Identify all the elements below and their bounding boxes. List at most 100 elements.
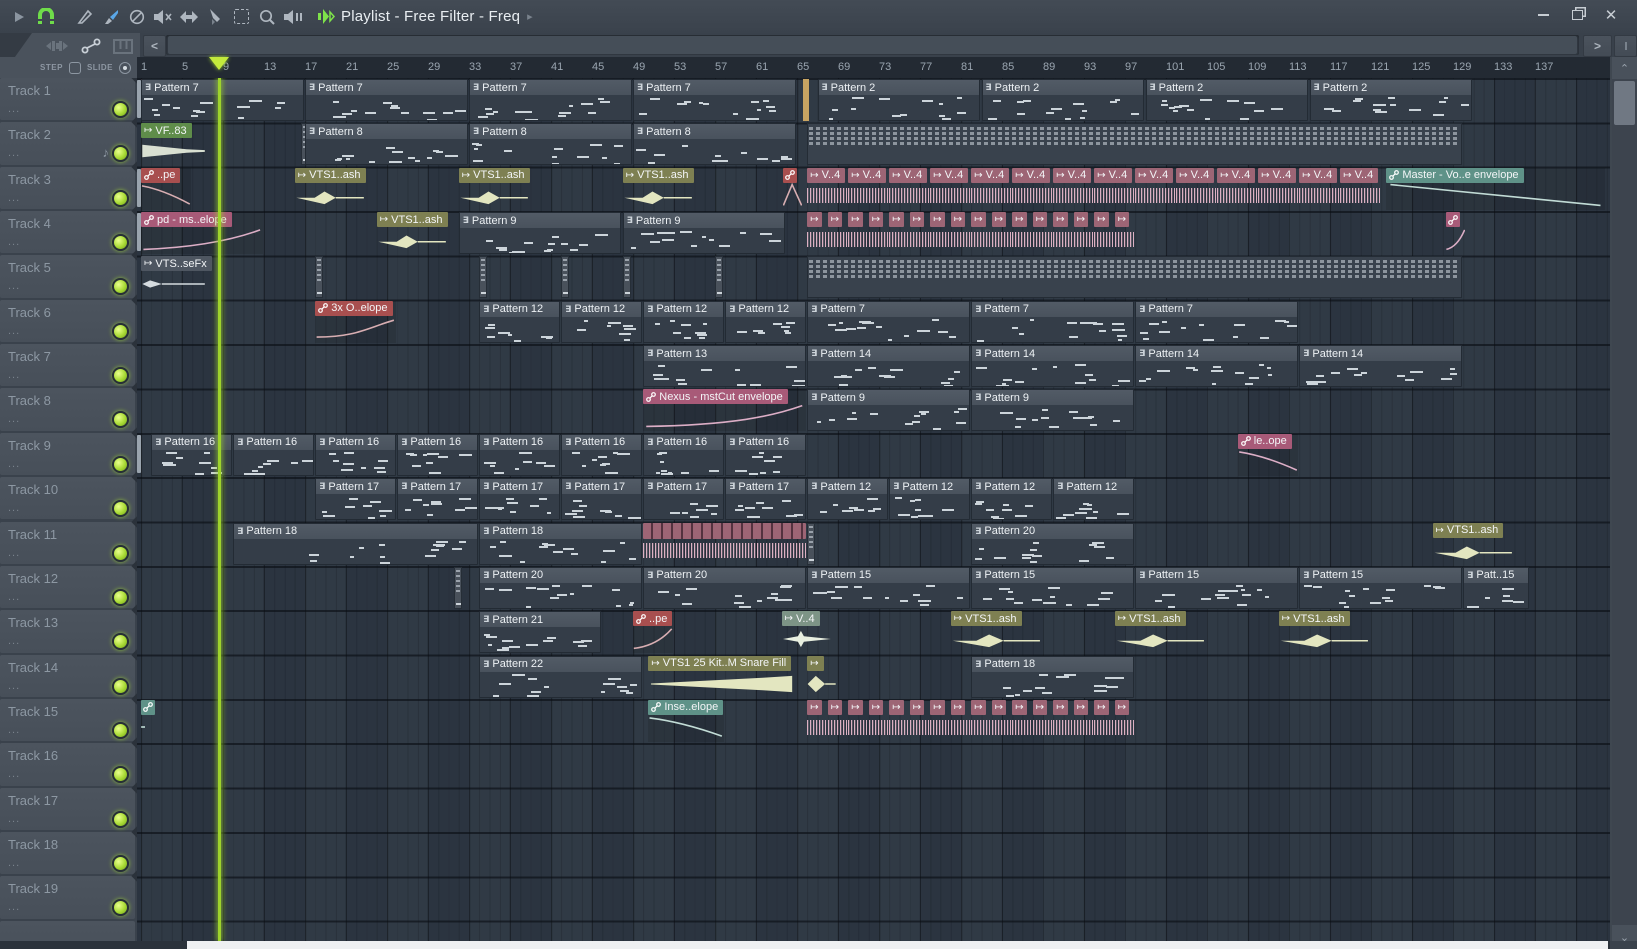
track-mute-led[interactable] [112, 588, 129, 606]
pattern-clip[interactable]: ∃ Pattern 7 [633, 79, 796, 121]
audio-clip[interactable]: ↦ VTS1..ash [1278, 611, 1370, 653]
iconchip-clip[interactable]: ↦ [848, 699, 868, 742]
pattern-clip[interactable]: ∃ Pattern 7 [971, 300, 1134, 343]
iconchip-clip[interactable]: ↦ [1032, 699, 1052, 742]
pattern-clip[interactable]: ∃ Pattern 12 [807, 478, 888, 521]
track-mute-led[interactable] [112, 367, 129, 385]
close-button[interactable]: ✕ [1596, 0, 1626, 30]
grid-clip[interactable] [807, 123, 1462, 166]
pattern-clip[interactable]: ∃ Pattern 17 [725, 478, 806, 521]
iconchip-clip[interactable]: ↦ [1012, 699, 1032, 742]
pattern-clip[interactable]: ∃ Pattern 14 [807, 345, 970, 388]
iconchip-clip[interactable]: ↦ [930, 699, 950, 742]
automation-clip[interactable]: 3x O..elope [315, 300, 396, 343]
track-mute-led[interactable] [112, 766, 129, 784]
track-mute-led[interactable] [112, 899, 129, 917]
track-header[interactable]: Track 7... [0, 344, 135, 387]
audio-clip[interactable]: ↦ VTS1 25 Kit..M Snare Fill [648, 655, 795, 698]
track-header[interactable]: Track 9... [0, 432, 135, 476]
thin-clip[interactable] [479, 256, 488, 299]
pattern-clip[interactable]: ∃ Pattern 17 [643, 478, 724, 521]
iconchip-clip[interactable]: ↦ [807, 699, 827, 742]
audio-clip[interactable]: ↦ VTS1..ash [950, 611, 1042, 653]
iconchip-clip[interactable]: ↦ [827, 699, 847, 742]
stripes-clip[interactable] [643, 522, 806, 565]
slice-icon[interactable] [202, 0, 228, 33]
snap-magnet-icon[interactable] [32, 0, 60, 33]
pattern-clip[interactable]: ∃ Pattern 15 [1299, 566, 1462, 609]
audio-clip[interactable]: ↦ V..4 [1299, 167, 1339, 210]
pattern-clip[interactable]: ∃ Pattern 2 [1145, 79, 1308, 121]
pattern-clip[interactable]: ∃ Pattern 9 [622, 212, 786, 255]
audio-clip[interactable]: ↦ VTS1..ash [294, 167, 366, 210]
iconchip-clip[interactable]: ↦ [1073, 212, 1093, 254]
pattern-clip[interactable]: ∃ Pattern 16 [397, 433, 478, 476]
track-header[interactable]: Track 13... [0, 610, 135, 653]
track-mute-led[interactable] [112, 322, 129, 340]
iconchip-clip[interactable]: ↦ [848, 212, 868, 254]
pattern-clip[interactable]: ∃ Pattern 20 [643, 566, 806, 609]
pattern-clip[interactable]: ∃ Pattern 18 [233, 522, 478, 565]
track-header[interactable]: Track 19... [0, 876, 135, 919]
track-mute-led[interactable] [112, 234, 129, 252]
track-mute-led[interactable] [112, 854, 129, 872]
pattern-clip[interactable]: ∃ Pattern 14 [1299, 345, 1462, 388]
pattern-clip[interactable]: ∃ Pattern 20 [479, 566, 642, 609]
pattern-clip[interactable]: ∃ Pattern 12 [889, 478, 970, 521]
automation-clip[interactable] [141, 699, 155, 742]
iconchip-clip[interactable]: ↦ [950, 699, 970, 742]
minimize-button[interactable] [1528, 0, 1558, 30]
pattern-clip[interactable]: ∃ Pattern 14 [971, 345, 1134, 388]
audio-clip[interactable]: ↦ VTS..seFx [141, 256, 212, 298]
automation-clip[interactable]: le..ope [1237, 433, 1298, 476]
pattern-clip[interactable]: ∃ Pattern 22 [479, 655, 642, 698]
iconchip-clip[interactable]: ↦ [991, 212, 1011, 254]
pattern-clip[interactable]: ∃ Pattern 12 [561, 300, 642, 343]
pattern-clip[interactable]: ∃ Pattern 17 [561, 478, 642, 521]
scroll-mini-button[interactable] [1614, 35, 1637, 57]
pattern-clip[interactable]: ∃ Pattern 20 [971, 522, 1134, 565]
iconchip-clip[interactable]: ↦ [1114, 699, 1134, 742]
audio-clip[interactable]: ↦ V..4 [1135, 167, 1175, 210]
audio-clip[interactable]: ↦ V..4 [971, 167, 1011, 210]
pattern-clip[interactable]: ∃ Patt..15 [1463, 566, 1530, 609]
track-header[interactable]: Track 1... [0, 78, 135, 121]
thin-clip[interactable] [453, 566, 462, 609]
pattern-clip[interactable]: ∃ Pattern 9 [458, 212, 622, 255]
audio-clip[interactable]: ↦ V..4 [1053, 167, 1093, 210]
audio-clip[interactable]: ↦ [807, 655, 836, 698]
iconchip-clip[interactable]: ↦ [1073, 699, 1093, 742]
iconchip-clip[interactable]: ↦ [868, 212, 888, 254]
iconchip-clip[interactable]: ↦ [868, 699, 888, 742]
pattern-clip[interactable]: ∃ Pattern 16 [561, 433, 642, 476]
pattern-clip[interactable]: ∃ Pattern 7 [141, 79, 304, 121]
pattern-clip[interactable]: ∃ Pattern 15 [807, 566, 970, 609]
track-header[interactable]: Track 18... [0, 831, 135, 875]
track-mute-led[interactable] [112, 455, 129, 473]
pattern-clip[interactable]: ∃ Pattern 8 [469, 123, 632, 166]
grid-clip[interactable] [807, 256, 1462, 299]
track-mute-led[interactable] [112, 278, 129, 296]
track-mute-led[interactable] [112, 677, 129, 695]
pattern-clip[interactable]: ∃ Pattern 7 [807, 300, 970, 343]
pattern-clip[interactable]: ∃ Pattern 7 [1135, 300, 1298, 343]
scroll-up-button[interactable]: ⌃ [1612, 57, 1637, 79]
track-mute-led[interactable] [112, 544, 129, 562]
pattern-clip[interactable]: ∃ Pattern 12 [971, 478, 1052, 521]
audio-clip[interactable]: ↦ V..4 [1176, 167, 1216, 210]
audio-clip[interactable]: ↦ V..4 [930, 167, 970, 210]
pattern-clip[interactable]: ∃ Pattern 9 [971, 389, 1134, 432]
pattern-clip[interactable]: ∃ Pattern 15 [971, 566, 1134, 609]
play-icon[interactable] [10, 0, 28, 33]
iconchip-clip[interactable]: ↦ [971, 212, 991, 254]
playlist-canvas[interactable]: ∃ Pattern 7 ∃ Pattern 7 ∃ Pattern 7 ∃ Pattern 7… [137, 78, 1610, 941]
automation-clip[interactable] [1445, 212, 1465, 254]
track-header[interactable]: Track 3... [0, 166, 135, 210]
zoom-icon[interactable] [254, 0, 280, 33]
iconchip-clip[interactable]: ↦ [1012, 212, 1032, 254]
track-mute-led[interactable] [112, 500, 129, 518]
track-header[interactable] [0, 920, 135, 941]
iconchip-clip[interactable]: ↦ [909, 699, 929, 742]
pattern-clip[interactable]: ∃ Pattern 12 [1053, 478, 1134, 521]
iconchip-clip[interactable]: ↦ [1114, 212, 1134, 254]
